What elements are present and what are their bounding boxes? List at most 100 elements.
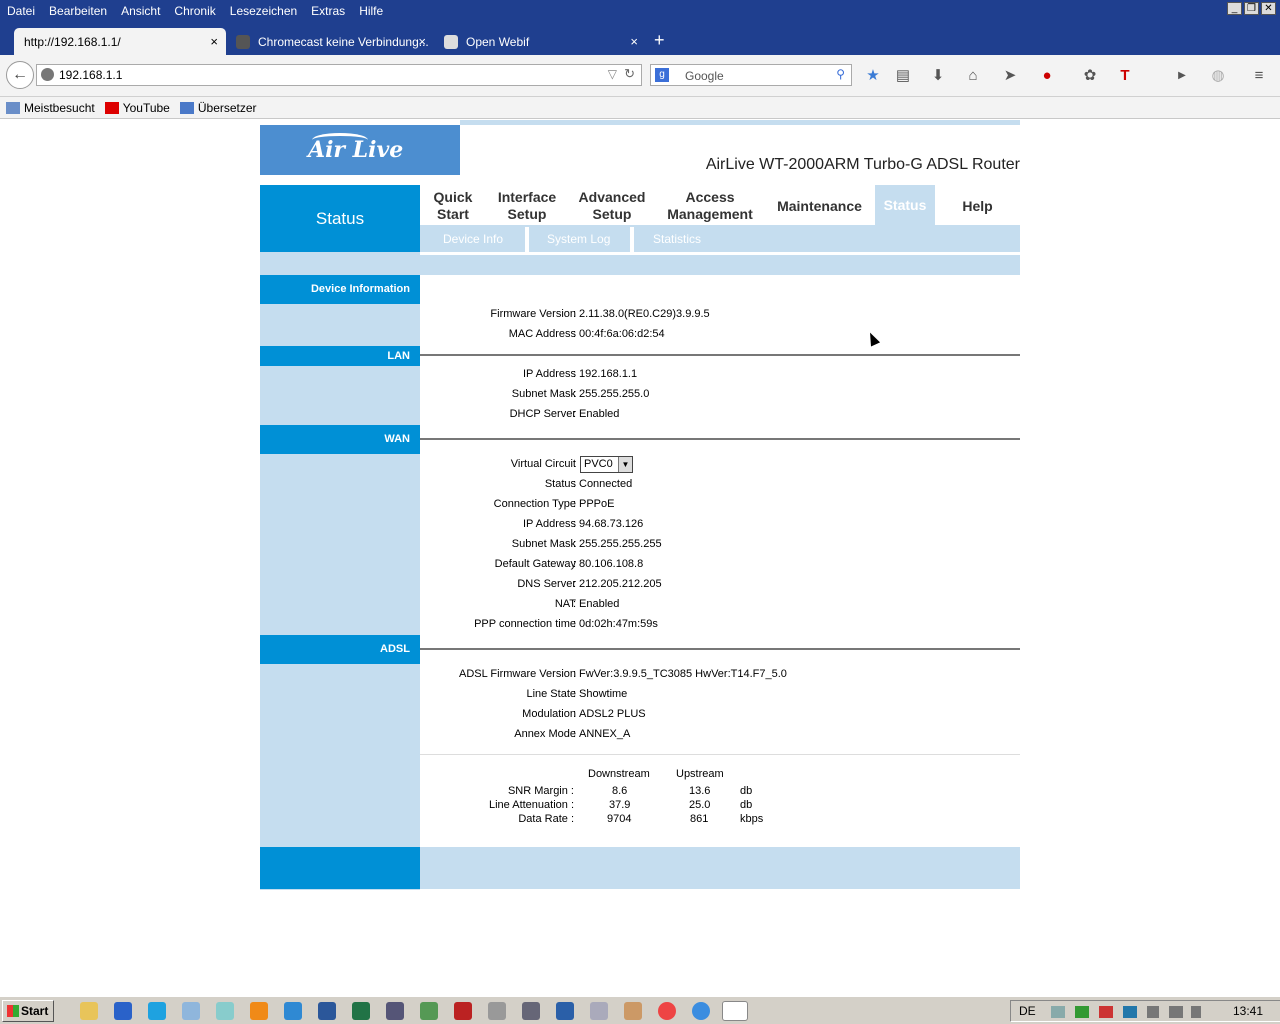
sync-icon[interactable] [216,1002,234,1020]
virtual-circuit-select[interactable]: PVC0 ▼ [580,456,633,473]
close-icon[interactable]: ✕ [1261,2,1276,15]
close-tab-icon[interactable]: × [418,34,426,49]
tab-strip: http://192.168.1.1/ × Chromecast keine V… [0,22,1280,55]
dropdown-icon[interactable]: ▽ [608,67,617,81]
filezilla-icon[interactable] [454,1002,472,1020]
restore-icon[interactable]: ❐ [1244,2,1259,15]
translator-icon [179,101,194,114]
youtube-icon[interactable]: ▶ [1173,67,1191,85]
menu-advanced-setup[interactable]: Advanced Setup [568,185,656,225]
tool-icon[interactable] [488,1002,506,1020]
app3-icon[interactable] [556,1002,574,1020]
url-bar[interactable]: 192.168.1.1 ▽ ↻ [36,64,642,86]
submenu-separator [630,227,634,252]
bookmarks-menu-icon[interactable]: ▤ [894,67,912,85]
tab-title: http://192.168.1.1/ [24,34,121,49]
label: MAC Address [508,328,576,340]
app5-icon[interactable] [624,1002,642,1020]
new-tab-icon[interactable]: + [654,30,665,51]
submenu-device-info[interactable]: Device Info [443,232,503,246]
colon: : [573,728,577,740]
colon: : [573,408,577,420]
bookmark-uebersetzer[interactable]: Übersetzer [179,97,257,118]
translate-icon[interactable]: T [1116,67,1134,85]
window-controls: _ ❐ ✕ [1227,2,1276,15]
chrome-icon[interactable] [658,1002,676,1020]
app2-icon[interactable] [522,1002,540,1020]
section-wan: WAN [260,425,420,454]
language-indicator[interactable]: DE [1019,1004,1036,1018]
minimize-icon[interactable]: _ [1227,2,1242,15]
app4-icon[interactable] [590,1002,608,1020]
github-icon [236,34,250,49]
label: Default Gateway [494,558,576,570]
app-icon[interactable] [284,1002,302,1020]
value: 80.106.108.8 [579,558,644,570]
openwebif-icon [444,34,458,49]
row-virtual-circuit: Virtual Circuit: PVC0 ▼ [420,456,1020,474]
browser-icon[interactable] [114,1002,132,1020]
adblock-icon[interactable]: ● [1038,67,1056,85]
colon: : [573,688,577,700]
label: Subnet Mask [511,388,576,400]
close-tab-icon[interactable]: × [630,34,638,49]
download-icon[interactable]: ⬇ [929,67,947,85]
menu-bearbeiten[interactable]: Bearbeiten [42,0,114,22]
back-arrow-icon[interactable]: ← [6,61,34,89]
hamburger-menu-icon[interactable]: ≡ [1250,67,1268,85]
bookmark-star-icon[interactable]: ★ [864,67,882,85]
label: Connection Type [493,498,576,510]
tab-chromecast[interactable]: Chromecast keine Verbindung... × [226,28,434,55]
menu-status[interactable]: Status [875,185,935,225]
value: ANNEX_A [579,728,631,740]
menu-help[interactable]: Help [935,185,1020,225]
home-icon[interactable]: ⌂ [964,67,982,85]
row-wan-mask: Subnet Mask: 255.255.255.255 [420,538,1020,554]
explorer-icon[interactable] [80,1002,98,1020]
bookmark-meistbesucht[interactable]: Meistbesucht [6,97,95,118]
extension-icon[interactable]: ✿ [1081,67,1099,85]
menu-quick-start[interactable]: Quick Start [420,185,486,225]
send-icon[interactable]: ➤ [1001,67,1019,85]
label: PPP connection time [474,618,576,630]
close-tab-icon[interactable]: × [210,34,218,49]
menu-maintenance[interactable]: Maintenance [764,185,875,225]
colon: : [573,308,577,320]
excel-icon[interactable] [352,1002,370,1020]
ie-icon[interactable] [692,1002,710,1020]
row-connection-type: Connection Type: PPPoE [420,498,1020,514]
word-icon[interactable] [318,1002,336,1020]
menu-lesezeichen[interactable]: Lesezeichen [223,0,304,22]
bookmark-youtube[interactable]: YouTube [104,97,170,118]
tab-openwebif[interactable]: Open Webif × [434,28,646,55]
menu-ansicht[interactable]: Ansicht [114,0,167,22]
search-bar[interactable]: g Google ⚲ [650,64,852,86]
submenu-system-log[interactable]: System Log [547,232,610,246]
menu-hilfe[interactable]: Hilfe [352,0,390,22]
reload-icon[interactable]: ↻ [624,66,635,82]
value: 00:4f:6a:06:d2:54 [579,328,665,340]
menu-chronik[interactable]: Chronik [167,0,222,22]
tray-icons[interactable] [1051,1006,1201,1018]
skype-icon[interactable] [148,1002,166,1020]
label: Modulation [522,708,576,720]
row-ppp-time: PPP connection time: 0d:02h:47m:59s [420,618,1020,634]
label: Annex Mode [514,728,576,740]
firefox-task-icon[interactable] [722,1001,748,1021]
main-menu: Quick Start Interface Setup Advanced Set… [420,185,1020,225]
menu-datei[interactable]: Datei [0,0,42,22]
settings-icon[interactable] [386,1002,404,1020]
network-icon[interactable] [182,1002,200,1020]
tab-router[interactable]: http://192.168.1.1/ × [14,28,226,55]
search-icon[interactable]: ⚲ [836,67,845,81]
menu-access-management[interactable]: Access Management [656,185,764,225]
stat-label: Data Rate : [518,813,574,825]
search-addon-icon[interactable]: ◍ [1209,67,1227,85]
start-button[interactable]: Start [2,1000,54,1022]
vlc-icon[interactable] [250,1002,268,1020]
menu-extras[interactable]: Extras [304,0,352,22]
submenu-statistics[interactable]: Statistics [653,232,701,246]
media-icon[interactable] [420,1002,438,1020]
menu-interface-setup[interactable]: Interface Setup [486,185,568,225]
product-title: AirLive WT-2000ARM Turbo-G ADSL Router [705,156,1020,173]
